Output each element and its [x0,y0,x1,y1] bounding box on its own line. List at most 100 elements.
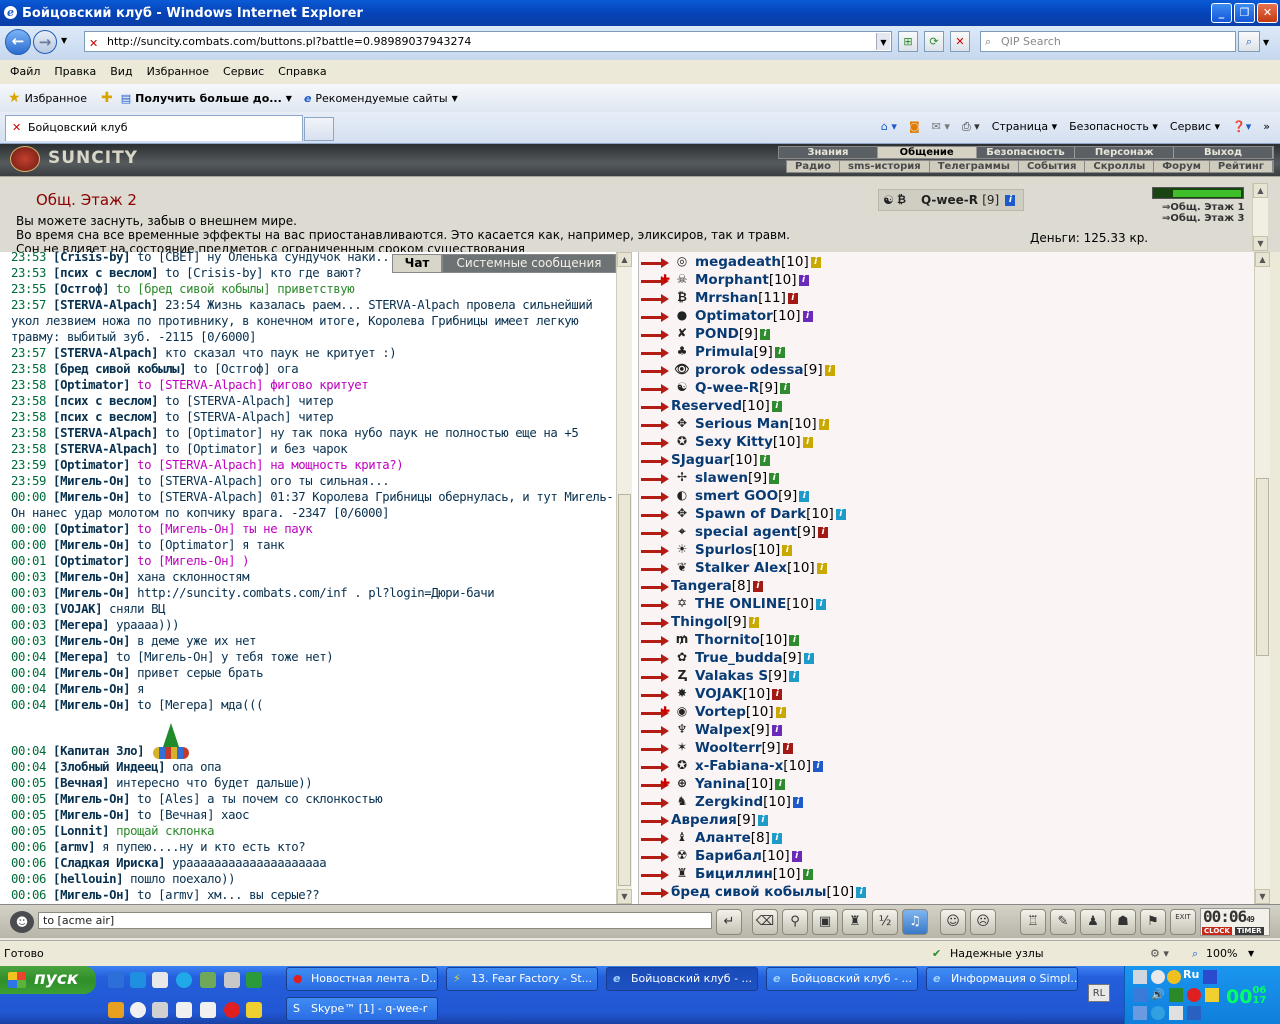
info-icon[interactable]: i [810,256,821,268]
info-icon[interactable]: i [752,580,763,592]
tray-bluetooth-icon[interactable] [1187,1006,1201,1020]
message-time[interactable]: 23:53 [11,250,46,264]
tool-service[interactable]: Сервис ▾ [1170,116,1220,138]
quicklaunch-wolf-icon[interactable] [224,972,240,988]
user-name[interactable]: Serious Man[10] i [695,415,829,433]
battle-icon[interactable]: ✚ [659,776,671,791]
clan-icon[interactable]: ♆ [671,722,693,737]
chat-input[interactable]: to [acme air] [38,912,712,929]
info-scrollbar[interactable]: ▲ ▼ [1252,183,1268,251]
message-time[interactable]: 00:00 [11,522,46,536]
message-nick[interactable]: [Сладкая Ириска] [53,856,165,870]
info-icon[interactable]: i [816,562,827,574]
message-time[interactable]: 23:58 [11,378,46,392]
filter-icon[interactable]: ⚲ [782,909,808,935]
battle-icon[interactable]: ✚ [659,272,671,287]
subnav-events[interactable]: События [1019,161,1086,172]
subnav-rating[interactable]: Рейтинг [1210,161,1273,172]
user-name[interactable]: Sexy Kitty[10] i [695,433,813,451]
chevron-down-icon[interactable]: ▼ [286,94,292,103]
menu-file[interactable]: Файл [10,65,40,78]
message-time[interactable]: 23:57 [11,298,46,312]
user-row[interactable]: ₥ Thornito[10] i [639,631,1239,649]
message-nick[interactable]: [Мигель-Он] [53,586,130,600]
battle-icon[interactable]: ✚ [659,704,671,719]
message-time[interactable]: 23:55 [11,282,46,296]
private-message-arrow-icon[interactable] [641,417,669,431]
private-message-arrow-icon[interactable] [641,273,669,287]
info-icon[interactable]: i [780,382,791,394]
more-tools-icon[interactable]: » [1263,116,1270,138]
taskbar-item-combats-2[interactable]: e Бойцовский клуб - ... [766,967,918,991]
message-nick[interactable]: [Мигель-Он] [53,538,130,552]
message-time[interactable]: 00:03 [11,570,46,584]
clan-icon[interactable]: ☀ [671,542,693,557]
clan-icon[interactable]: ♣ [671,344,693,359]
clan-icon[interactable]: ⌖ [671,524,693,539]
user-row[interactable]: ● Optimator[10] i [639,307,1239,325]
private-message-arrow-icon[interactable] [641,651,669,665]
user-row[interactable]: Tangera[8] i [639,577,1239,595]
tray-network-icon[interactable] [1133,970,1147,984]
scroll-down-icon[interactable]: ▼ [1253,236,1268,251]
user-row[interactable]: ✪ x-Fabiana-x[10] i [639,757,1239,775]
info-icon[interactable]: i [782,742,793,754]
message-time[interactable]: 00:03 [11,618,46,632]
clan-icon[interactable]: ☯ [671,380,693,395]
private-message-arrow-icon[interactable] [641,489,669,503]
taskbar-item-news[interactable]: ● Новостная лента - D... [286,967,438,991]
private-message-arrow-icon[interactable] [641,453,669,467]
private-message-arrow-icon[interactable] [641,345,669,359]
user-name[interactable]: Stalker Alex[10] i [695,559,827,577]
message-nick[interactable]: [STERVA-Alpach] [53,442,158,456]
zoom-dropdown-icon[interactable]: ▼ [1248,941,1254,966]
message-nick[interactable]: [armv] [53,840,95,854]
message-time[interactable]: 00:01 [11,554,46,568]
info-icon[interactable]: i [782,544,793,556]
exit-floor-1[interactable]: ⇒Общ. Этаж 1 [1162,202,1248,213]
clan-icon[interactable]: ⊕ [671,776,693,791]
scroll-down-icon[interactable]: ▼ [1255,889,1270,904]
message-nick[interactable]: [Мигель-Он] [53,666,130,680]
user-name[interactable]: Tangera[8] i [671,577,763,595]
message-time[interactable]: 23:57 [11,346,46,360]
tray-volume-icon[interactable]: 🔊 [1151,988,1165,1001]
user-name[interactable]: Spurlos[10] i [695,541,793,559]
private-message-arrow-icon[interactable] [641,741,669,755]
info-icon[interactable]: i [757,814,768,826]
users-scrollbar[interactable]: ▲ ▼ [1254,252,1270,904]
message-time[interactable]: 00:04 [11,760,46,774]
user-row[interactable]: ₿ Mrrshan[11] i [639,289,1239,307]
add-favorite-icon[interactable]: ✚ [101,90,113,106]
info-icon[interactable]: i [818,418,829,430]
message-nick[interactable]: [псих с веслом] [53,394,158,408]
print-icon[interactable]: ⎙ ▾ [962,116,980,138]
message-nick[interactable]: [Мигель-Он] [53,698,130,712]
close-window-button[interactable]: ✕ [1257,3,1278,23]
taskbar-item-skype[interactable]: S Skype™ [1] - q-wee-r [286,997,438,1021]
user-name[interactable]: VOJAK[10] i [695,685,783,703]
new-tab-button[interactable] [304,117,334,141]
message-time[interactable]: 00:05 [11,776,46,790]
tab-system-messages[interactable]: Системные сообщения [442,254,616,273]
stop-icon[interactable]: ✕ [950,31,970,52]
user-name[interactable]: Бициллин[10] i [695,865,813,883]
message-nick[interactable]: [Мегера] [53,618,109,632]
nav-communication[interactable]: Общение [877,147,977,158]
info-icon[interactable]: i [791,850,802,862]
private-message-arrow-icon[interactable] [641,705,669,719]
private-message-arrow-icon[interactable] [641,435,669,449]
private-message-arrow-icon[interactable] [641,849,669,863]
message-time[interactable]: 00:06 [11,856,46,870]
private-message-arrow-icon[interactable] [641,561,669,575]
tray-winamp-icon[interactable] [1205,988,1219,1002]
user-row[interactable]: ♜ Бициллин[10] i [639,865,1239,883]
message-time[interactable]: 00:04 [11,682,46,696]
info-icon[interactable]: i [769,472,780,484]
user-name[interactable]: prorok odessa[9] i [695,361,835,379]
back-button[interactable]: ← [5,29,31,55]
user-row[interactable]: ♆ Walpex[9] i [639,721,1239,739]
search-box[interactable]: ⌕ QIP Search [980,31,1236,52]
help-icon[interactable]: ❓▾ [1232,116,1251,138]
info-icon[interactable]: i [771,832,782,844]
